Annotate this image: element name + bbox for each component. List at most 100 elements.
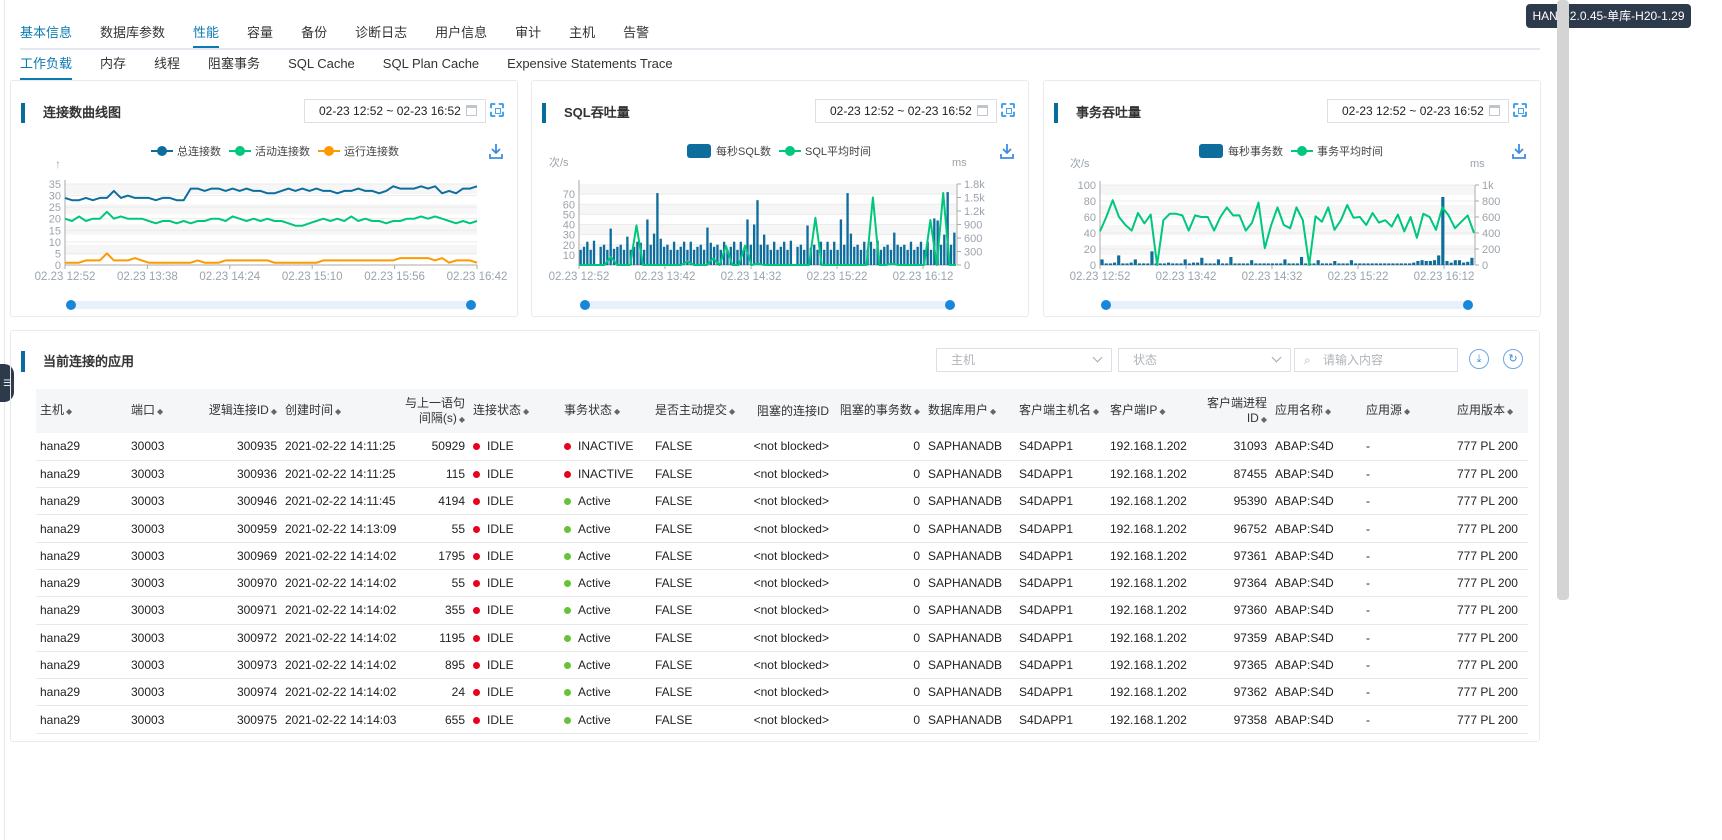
bar xyxy=(1187,263,1191,265)
bar xyxy=(1196,262,1200,265)
column-header[interactable]: 客户端主机名 ◆ xyxy=(1015,389,1106,433)
cell-value: 192.168.1.202 xyxy=(1110,576,1187,591)
table-row[interactable]: hana29 30003 300935 2021-02-22 14:11:25 5092… xyxy=(36,433,1528,461)
table-cell: hana29 xyxy=(36,433,127,461)
table-row[interactable]: hana29 30003 300974 2021-02-22 14:14:02 24 ID… xyxy=(36,678,1528,707)
cell-value: ABAP:S4D xyxy=(1275,439,1334,454)
bar xyxy=(1457,260,1462,265)
subtab-6[interactable]: Expensive Statements Trace xyxy=(507,56,672,80)
zoom-slider-handle-start[interactable] xyxy=(580,300,590,310)
table-cell: SAPHANADB xyxy=(924,487,1015,516)
table-cell: FALSE xyxy=(651,651,742,680)
subtab-1[interactable]: 内存 xyxy=(100,56,126,80)
subtab-3[interactable]: 阻塞事务 xyxy=(208,56,260,80)
sort-icon[interactable]: ◆ xyxy=(1404,407,1410,416)
page-scrollbar[interactable] xyxy=(1557,0,1569,600)
bar xyxy=(1416,261,1420,265)
subtab-0[interactable]: 工作负载 xyxy=(20,56,73,80)
download-button[interactable]: ⤓ xyxy=(1469,349,1489,369)
table-row[interactable]: hana29 30003 300973 2021-02-22 14:14:02 895 I… xyxy=(36,651,1528,680)
subtab-5[interactable]: SQL Plan Cache xyxy=(383,56,479,80)
x-tick-label: 02.23 14:32 xyxy=(1242,271,1303,283)
column-header[interactable]: 应用名称 ◆ xyxy=(1271,389,1362,433)
table-cell: 1795 xyxy=(401,542,469,570)
bar xyxy=(1387,263,1391,265)
sort-icon[interactable]: ◆ xyxy=(271,407,277,416)
cell-value: ABAP:S4D xyxy=(1275,630,1334,645)
y-tick-label: 10 xyxy=(49,237,61,249)
column-header[interactable]: 端口 ◆ xyxy=(127,389,199,433)
sort-icon[interactable]: ◆ xyxy=(914,407,920,416)
column-header[interactable]: 与上一语句间隔(s) ◆ xyxy=(401,389,469,433)
bar xyxy=(679,246,682,265)
column-header[interactable]: 主机 ◆ xyxy=(36,389,127,433)
sort-icon[interactable]: ◆ xyxy=(66,407,72,416)
sort-icon[interactable]: ◆ xyxy=(1159,407,1165,416)
cell-value: IDLE xyxy=(487,658,514,673)
sort-icon[interactable]: ◆ xyxy=(1093,407,1099,416)
column-header[interactable]: 连接状态 ◆ xyxy=(469,389,560,433)
sort-icon[interactable]: ◆ xyxy=(614,407,620,416)
table-cell: 300935 xyxy=(199,433,281,461)
column-header[interactable]: 是否主动提交 ◆ xyxy=(651,389,742,433)
sort-icon[interactable]: ◆ xyxy=(729,407,735,416)
column-header[interactable]: 逻辑连接ID ◆ xyxy=(199,389,281,433)
status-filter-select[interactable]: 状态 xyxy=(1118,348,1291,372)
table-row[interactable]: hana29 30003 300975 2021-02-22 14:14:03 655 I… xyxy=(36,705,1528,734)
tab-3[interactable]: 容量 xyxy=(247,24,273,48)
instance-badge[interactable]: HANA-2.0.45-单库-H20-1.29 ... xyxy=(1526,4,1691,47)
tab-4[interactable]: 备份 xyxy=(301,24,327,48)
cell-value: 192.168.1.202 xyxy=(1110,658,1187,673)
tab-9[interactable]: 告警 xyxy=(623,24,649,48)
tab-8[interactable]: 主机 xyxy=(569,24,595,48)
table-cell: 192.168.1.202 xyxy=(1106,460,1197,489)
sort-icon[interactable]: ◆ xyxy=(1325,407,1331,416)
sort-icon[interactable]: ◆ xyxy=(157,407,163,416)
column-header[interactable]: 数据库用户 ◆ xyxy=(924,389,1015,433)
table-row[interactable]: hana29 30003 300970 2021-02-22 14:14:02 55 ID… xyxy=(36,569,1528,598)
subtab-2[interactable]: 线程 xyxy=(154,56,180,80)
tab-5[interactable]: 诊断日志 xyxy=(355,24,407,48)
column-header[interactable]: 事务状态 ◆ xyxy=(560,389,651,433)
bar xyxy=(712,246,716,265)
tab-6[interactable]: 用户信息 xyxy=(435,24,487,48)
host-filter-select[interactable]: 主机 xyxy=(936,348,1112,372)
table-row[interactable]: hana29 30003 300971 2021-02-22 14:14:02 355 I… xyxy=(36,596,1528,625)
sort-icon[interactable]: ◆ xyxy=(990,407,996,416)
cell-value: ABAP:S4D xyxy=(1275,548,1334,563)
tab-1[interactable]: 数据库参数 xyxy=(100,24,165,48)
table-row[interactable]: hana29 30003 300936 2021-02-22 14:11:25 115 I… xyxy=(36,460,1528,489)
sort-icon[interactable]: ◆ xyxy=(523,407,529,416)
subtab-4[interactable]: SQL Cache xyxy=(288,56,355,80)
table-row[interactable]: hana29 30003 300946 2021-02-22 14:11:45 4194… xyxy=(36,487,1528,516)
column-header[interactable]: 客户端进程ID ◆ xyxy=(1197,389,1271,433)
zoom-slider-handle-start[interactable] xyxy=(66,300,76,310)
tab-0[interactable]: 基本信息 xyxy=(20,24,72,48)
zoom-slider-handle-end[interactable] xyxy=(945,300,955,310)
table-cell: IDLE xyxy=(469,569,560,598)
column-header[interactable]: 客户端IP ◆ xyxy=(1106,389,1197,433)
column-header[interactable]: 应用源 ◆ xyxy=(1362,389,1453,433)
zoom-slider-handle-end[interactable] xyxy=(466,300,476,310)
cell-value: 0 xyxy=(913,658,920,673)
table-row[interactable]: hana29 30003 300969 2021-02-22 14:14:02 1795… xyxy=(36,542,1528,570)
column-header[interactable]: 阻塞的连接ID xyxy=(742,389,833,433)
sort-icon[interactable]: ◆ xyxy=(1261,415,1267,424)
y-tick-right-label: 600 xyxy=(964,233,982,245)
sort-icon[interactable]: ◆ xyxy=(1507,407,1513,416)
column-header[interactable]: 应用版本 ◆ xyxy=(1453,389,1528,433)
tab-7[interactable]: 审计 xyxy=(515,24,541,48)
table-row[interactable]: hana29 30003 300959 2021-02-22 14:13:09 55 ID… xyxy=(36,514,1528,543)
tab-2[interactable]: 性能 xyxy=(193,24,220,48)
zoom-slider-handle-start[interactable] xyxy=(1101,300,1111,310)
column-header[interactable]: 创建时间 ◆ xyxy=(281,389,401,433)
cell-value: 300970 xyxy=(236,576,277,591)
zoom-slider-handle-end[interactable] xyxy=(1463,300,1473,310)
table-cell: SAPHANADB xyxy=(924,705,1015,734)
refresh-button[interactable]: ↻ xyxy=(1503,349,1523,369)
sort-icon[interactable]: ◆ xyxy=(335,407,341,416)
table-row[interactable]: hana29 30003 300972 2021-02-22 14:14:02 1195… xyxy=(36,624,1528,652)
sort-icon[interactable]: ◆ xyxy=(459,415,465,424)
search-input[interactable]: ⌕ 请输入内容 xyxy=(1294,348,1458,372)
column-header[interactable]: 阻塞的事务数 ◆ xyxy=(833,389,924,433)
